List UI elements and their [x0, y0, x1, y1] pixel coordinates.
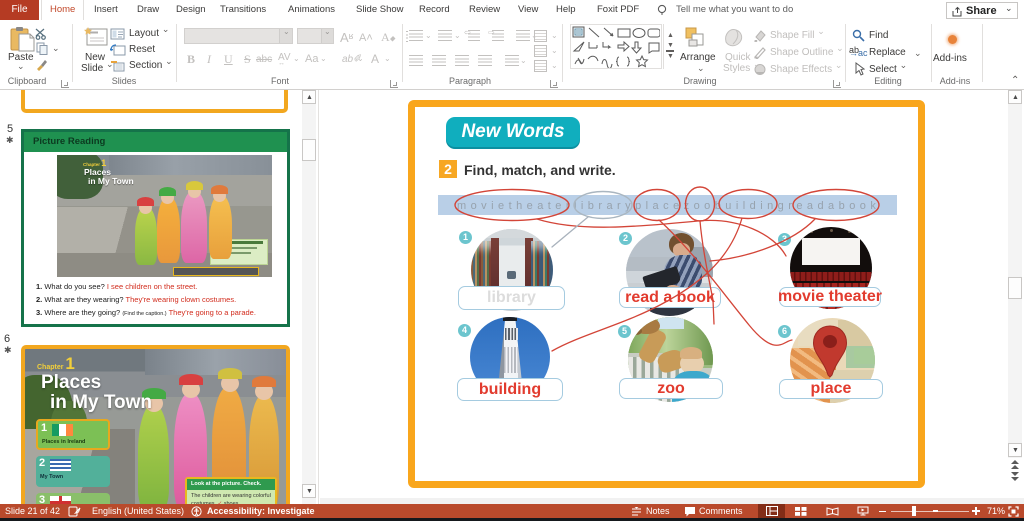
svg-text:A: A — [381, 30, 390, 44]
